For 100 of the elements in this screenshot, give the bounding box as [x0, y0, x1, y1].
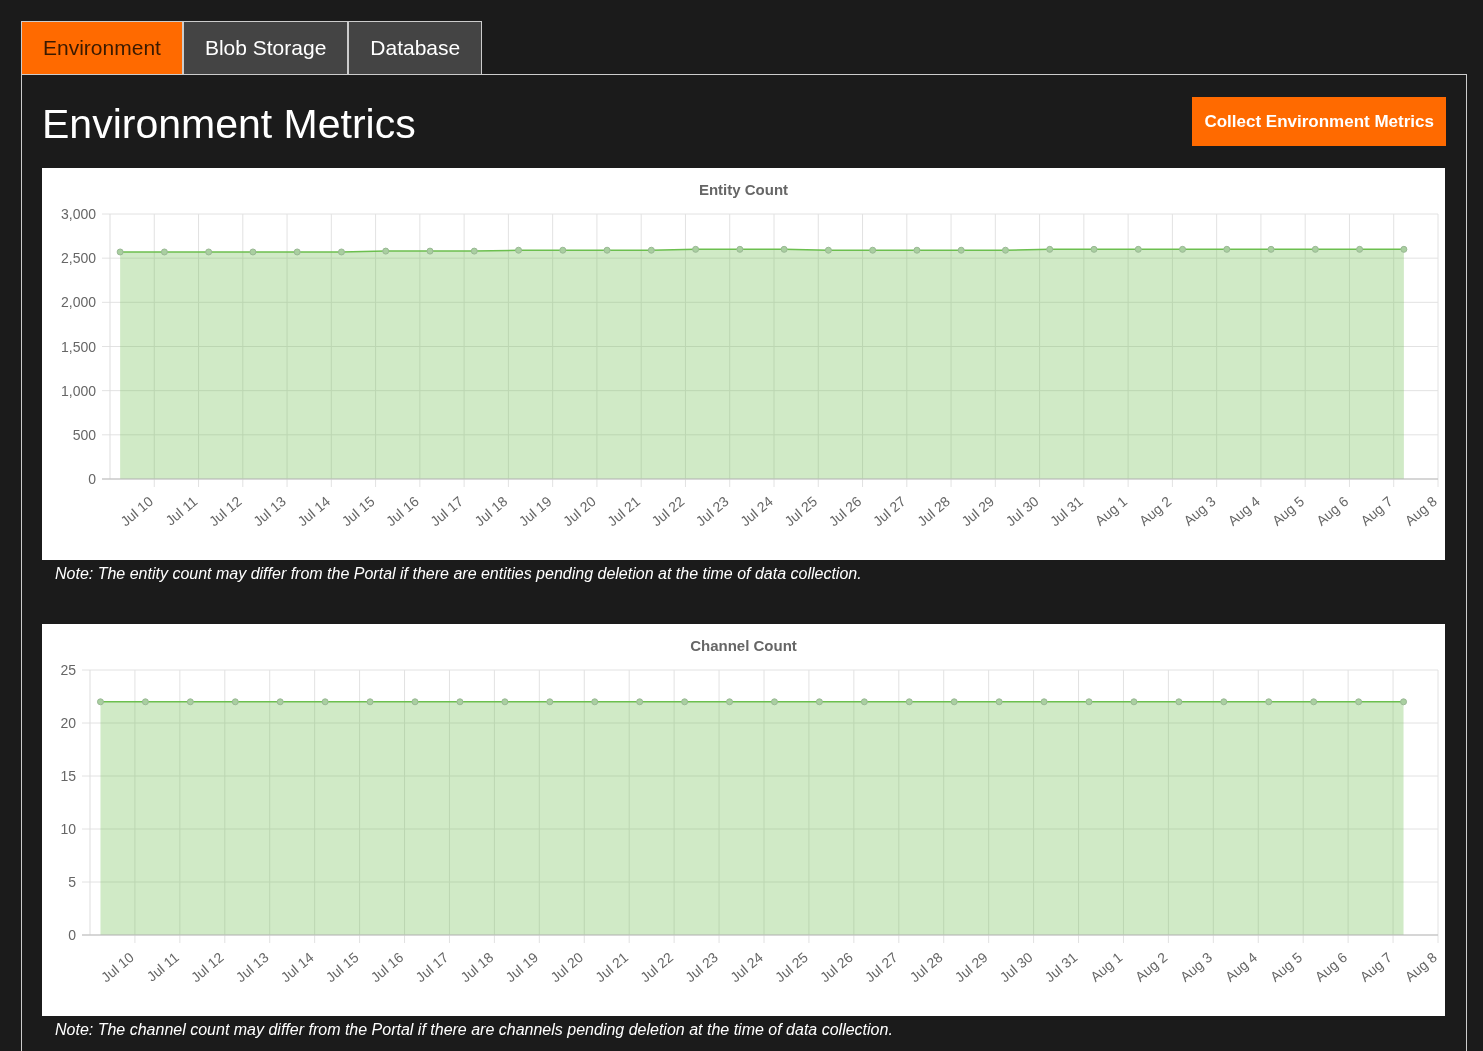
- data-point: [1356, 245, 1364, 253]
- data-point: [1311, 245, 1319, 253]
- data-point: [681, 698, 689, 706]
- x-axis-label: Jul 16: [382, 493, 422, 530]
- x-axis-label: Jul 30: [1002, 493, 1042, 530]
- data-point: [603, 246, 611, 254]
- y-axis-label: 20: [60, 715, 76, 731]
- data-point: [470, 247, 478, 255]
- data-point: [1400, 245, 1408, 253]
- x-axis-label: Jul 23: [692, 493, 732, 530]
- data-point: [337, 248, 345, 256]
- x-axis-label: Jul 12: [187, 949, 227, 986]
- tab[interactable]: Environment: [21, 21, 183, 74]
- data-point: [1265, 698, 1273, 706]
- data-point: [293, 248, 301, 256]
- x-axis-label: Aug 4: [1221, 949, 1261, 985]
- data-point: [160, 248, 168, 256]
- data-point: [186, 698, 194, 706]
- data-point: [1355, 698, 1363, 706]
- x-axis-label: Jul 22: [648, 493, 688, 530]
- x-axis-label: Jul 18: [471, 493, 511, 530]
- x-axis-label: Jul 27: [861, 949, 901, 986]
- x-axis-label: Aug 2: [1136, 493, 1175, 529]
- data-point: [231, 698, 239, 706]
- x-axis-label: Jul 30: [996, 949, 1036, 986]
- data-point: [1090, 245, 1098, 253]
- x-axis-label: Jul 16: [367, 949, 407, 986]
- data-point: [957, 246, 965, 254]
- x-axis-label: Aug 5: [1268, 493, 1308, 529]
- data-point: [456, 698, 464, 706]
- x-axis-label: Jul 10: [117, 493, 157, 530]
- y-axis-label: 10: [60, 821, 76, 837]
- data-point: [382, 247, 390, 255]
- data-point: [913, 246, 921, 254]
- x-axis-label: Jul 26: [816, 949, 856, 986]
- x-axis-label: Aug 3: [1176, 949, 1216, 985]
- x-axis-label: Jul 14: [294, 493, 334, 530]
- y-axis-label: 0: [88, 471, 96, 487]
- data-point: [1134, 245, 1142, 253]
- x-axis-label: Jul 20: [547, 949, 587, 986]
- data-point: [515, 246, 523, 254]
- x-axis-label: Jul 17: [427, 493, 467, 530]
- y-axis-label: 500: [72, 426, 96, 443]
- data-point: [905, 698, 913, 706]
- data-point: [1040, 698, 1048, 706]
- data-point: [1085, 698, 1093, 706]
- chart-title: Channel Count: [690, 637, 797, 654]
- x-axis-label: Aug 7: [1356, 949, 1395, 985]
- x-axis-label: Jul 20: [559, 493, 599, 530]
- x-axis-label: Jul 28: [906, 949, 946, 986]
- data-point: [205, 248, 213, 256]
- data-point: [1310, 698, 1318, 706]
- data-point: [815, 698, 823, 706]
- x-axis-label: Jul 29: [958, 493, 998, 530]
- x-axis-label: Jul 21: [604, 493, 644, 530]
- data-point: [995, 698, 1003, 706]
- x-axis-label: Jul 31: [1046, 493, 1086, 530]
- x-axis-label: Jul 26: [825, 493, 865, 530]
- x-axis-label: Aug 5: [1266, 949, 1306, 985]
- data-point: [950, 698, 958, 706]
- tab[interactable]: Database: [348, 21, 483, 74]
- y-axis-label: 3,000: [60, 206, 96, 222]
- x-axis-label: Jul 11: [143, 949, 182, 985]
- data-point: [824, 246, 832, 254]
- y-axis-label: 2,000: [60, 294, 96, 311]
- x-axis-label: Jul 11: [162, 493, 201, 529]
- data-point: [559, 246, 567, 254]
- y-axis-label: 5: [68, 874, 76, 890]
- chart-note: Note: The channel count may differ from the Portal if there are channels pending deletion at the time of data collection.: [54, 1020, 894, 1040]
- x-axis-label: Jul 13: [232, 949, 272, 986]
- x-axis-label: Jul 24: [727, 949, 766, 986]
- data-point: [1220, 698, 1228, 706]
- x-axis-label: Jul 10: [97, 949, 137, 986]
- data-point: [770, 698, 778, 706]
- data-point: [692, 245, 700, 253]
- data-point: [1001, 246, 1009, 254]
- x-axis-label: Jul 12: [205, 493, 245, 530]
- data-point: [636, 698, 644, 706]
- data-point: [141, 698, 149, 706]
- y-axis-label: 2,500: [60, 250, 96, 267]
- y-axis-label: 1,500: [60, 338, 96, 355]
- x-axis-label: Aug 7: [1357, 493, 1396, 529]
- tab[interactable]: Blob Storage: [182, 21, 349, 74]
- x-axis-label: Jul 27: [869, 493, 909, 530]
- data-point: [501, 698, 509, 706]
- y-axis-label: 25: [60, 662, 76, 678]
- x-axis-label: Aug 6: [1311, 949, 1351, 985]
- x-axis-label: Jul 13: [250, 493, 289, 530]
- x-axis-label: Jul 23: [682, 949, 721, 986]
- data-point: [1175, 698, 1183, 706]
- x-axis-label: Jul 18: [457, 949, 497, 986]
- x-axis-label: Aug 8: [1401, 493, 1440, 529]
- x-axis-label: Jul 15: [322, 949, 362, 986]
- chart-note: Note: The entity count may differ from the Portal if there are entities pending deletion at the time of data collection.: [54, 564, 863, 584]
- y-axis-label: 0: [68, 927, 76, 943]
- data-point: [276, 698, 284, 706]
- x-axis-label: Jul 28: [914, 493, 953, 530]
- x-axis-label: Jul 31: [1041, 949, 1081, 986]
- x-axis-label: Aug 8: [1401, 949, 1440, 985]
- x-axis-label: Jul 19: [515, 493, 555, 530]
